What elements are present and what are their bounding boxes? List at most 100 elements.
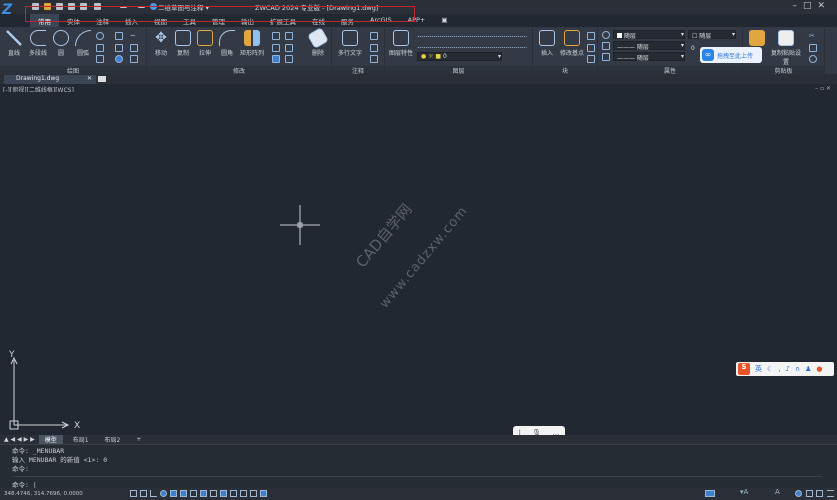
leader-icon[interactable]: [370, 44, 378, 52]
stretch-icon: [197, 30, 213, 46]
model-space-icon[interactable]: [705, 490, 715, 497]
hatch-icon[interactable]: [96, 44, 104, 52]
ortho-icon[interactable]: [150, 490, 157, 497]
circle-button[interactable]: 圆: [50, 30, 72, 57]
line-button[interactable]: 直线: [3, 30, 25, 57]
customize-menu-icon[interactable]: [827, 490, 834, 497]
layer-state-icons: ● ☼ ■: [421, 53, 442, 60]
wipeout-icon[interactable]: [130, 55, 138, 63]
headset-icon[interactable]: ∩: [795, 365, 800, 373]
revcloud-icon[interactable]: [130, 44, 138, 52]
annotation-scale-icon[interactable]: ▾A: [740, 488, 748, 496]
qp-icon[interactable]: [220, 490, 227, 497]
mic-icon[interactable]: ♪: [786, 365, 790, 373]
user-icon[interactable]: ♟: [805, 365, 811, 373]
skin-icon[interactable]: ●: [816, 365, 822, 373]
offset-icon[interactable]: [272, 55, 280, 63]
lineweight-icon[interactable]: [602, 53, 610, 61]
fillet-button[interactable]: 圆角: [216, 30, 238, 57]
ucs-toggle-icon[interactable]: [250, 490, 257, 497]
lineweight-toggle-icon[interactable]: [200, 490, 207, 497]
snap-icon[interactable]: [140, 490, 147, 497]
fullscreen-icon[interactable]: [816, 490, 823, 497]
ellipse-icon[interactable]: [96, 32, 104, 40]
linetype-dropdown[interactable]: ——— 随层 ▾: [613, 41, 685, 51]
punctuation-icon[interactable]: ,: [778, 365, 780, 373]
layer-tools-row-1[interactable]: [417, 31, 527, 37]
layout-nav-arrows[interactable]: ▲ ◀ ◀ ▶ ▶: [4, 436, 35, 443]
selection-icon[interactable]: [260, 490, 267, 497]
app-logo-icon[interactable]: Z: [2, 2, 22, 22]
ime-toolbar[interactable]: S 英 ☾, ♪ ∩ ♟ ●: [736, 362, 834, 376]
viewport-window-controls[interactable]: – ▫ ✕: [815, 85, 831, 92]
rotate-icon[interactable]: [272, 32, 280, 40]
polar-icon[interactable]: [160, 490, 167, 497]
moon-icon[interactable]: ☾: [767, 365, 773, 373]
layer-tools-row-2[interactable]: [417, 42, 527, 48]
new-tab-icon[interactable]: [98, 76, 106, 82]
upload-popup[interactable]: ∞ 拖拽至此上传: [700, 47, 762, 63]
table-icon[interactable]: [370, 55, 378, 63]
mtext-button[interactable]: 多行文字: [336, 30, 364, 57]
match-icon[interactable]: [809, 55, 817, 63]
insert-block-button[interactable]: 插入: [536, 30, 558, 57]
donut-icon[interactable]: [115, 55, 123, 63]
rect-array-button[interactable]: 矩形阵列: [238, 30, 266, 57]
tab-model[interactable]: 模型: [38, 435, 63, 444]
osnap-icon[interactable]: [170, 490, 177, 497]
explode-icon[interactable]: [285, 55, 293, 63]
scale-icon[interactable]: [272, 44, 280, 52]
tpy-icon[interactable]: [210, 490, 217, 497]
arc-button[interactable]: 圆弧: [72, 30, 94, 57]
grid-icon[interactable]: [130, 490, 137, 497]
boundary-icon[interactable]: [96, 55, 104, 63]
stretch-button[interactable]: 拉伸: [194, 30, 216, 57]
dimension-icon[interactable]: [370, 32, 378, 40]
copy-button[interactable]: 复制: [172, 30, 194, 57]
region-icon[interactable]: [115, 44, 123, 52]
spline-icon[interactable]: ~: [130, 32, 138, 40]
sc-icon[interactable]: [230, 490, 237, 497]
highlight-box: [25, 6, 415, 22]
workspace-gear-icon[interactable]: [795, 490, 802, 497]
layer-properties-button[interactable]: 图层特性: [388, 30, 414, 57]
label: 圆: [57, 50, 64, 57]
cut-icon[interactable]: ✂: [809, 32, 817, 40]
copy-paste-settings-button[interactable]: 复制粘贴设置: [769, 30, 803, 66]
paste-button[interactable]: [746, 30, 768, 48]
lock-icon[interactable]: [806, 490, 813, 497]
add-layout-button[interactable]: +: [130, 436, 147, 443]
attribute-icon[interactable]: [587, 55, 595, 63]
modify-basepoint-button[interactable]: 修改基点: [559, 30, 585, 57]
linetype-icon[interactable]: [602, 42, 610, 50]
insert-icon: [539, 30, 555, 46]
erase-button[interactable]: 删除: [307, 27, 329, 57]
close-icon[interactable]: ✕: [87, 75, 96, 82]
color-dropdown[interactable]: 随层 ▾: [613, 30, 685, 40]
create-block-icon[interactable]: [587, 32, 595, 40]
copy-clip-icon[interactable]: [809, 44, 817, 52]
mirror-icon[interactable]: [285, 44, 293, 52]
rectangle-icon[interactable]: [115, 32, 123, 40]
ribbon-toggle-icon[interactable]: ▣: [433, 14, 455, 27]
window-controls[interactable]: –□✕: [792, 1, 831, 11]
am-icon[interactable]: [240, 490, 247, 497]
layer-prop-dropdown[interactable]: ☐ 随层 ▾: [688, 30, 736, 40]
tab-layout2[interactable]: 布局2: [99, 435, 127, 444]
ime-mode[interactable]: 英: [755, 364, 762, 374]
annotation-visibility-icon[interactable]: A: [775, 488, 782, 496]
edit-block-icon[interactable]: [587, 44, 595, 52]
move-button[interactable]: ✥ 移动: [150, 30, 172, 57]
label: 圆角: [220, 50, 233, 57]
lineweight-dropdown[interactable]: ——— 随层 ▾: [613, 52, 685, 62]
tab-layout1[interactable]: 布局1: [67, 435, 95, 444]
trim-icon[interactable]: [285, 32, 293, 40]
arc-icon: [75, 30, 91, 46]
otrack-icon[interactable]: [180, 490, 187, 497]
dyn-icon[interactable]: [190, 490, 197, 497]
polyline-button[interactable]: 多段线: [27, 30, 49, 57]
doc-tab-drawing1[interactable]: Drawing1.dwg ✕: [4, 75, 96, 84]
match-properties-icon[interactable]: [602, 31, 610, 39]
panel-label: 绘图: [0, 66, 146, 75]
layer-dropdown[interactable]: ● ☼ ■ 0 ▾: [417, 52, 502, 61]
